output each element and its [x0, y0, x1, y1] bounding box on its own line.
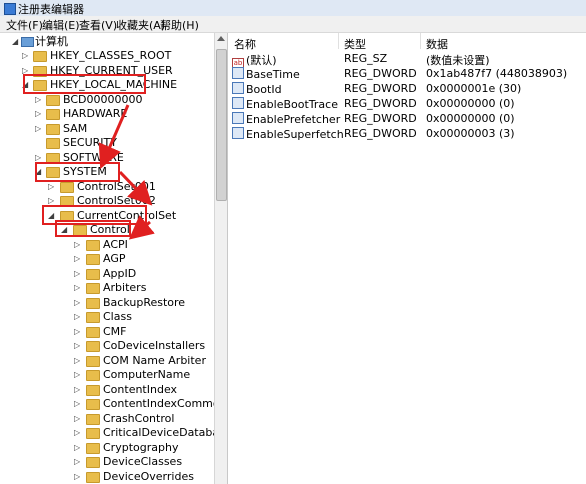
arrow-to-currentcontrolset [118, 170, 153, 206]
arrow-to-control [128, 215, 155, 240]
annotation-arrows [98, 104, 155, 240]
arrow-to-system [98, 104, 130, 170]
